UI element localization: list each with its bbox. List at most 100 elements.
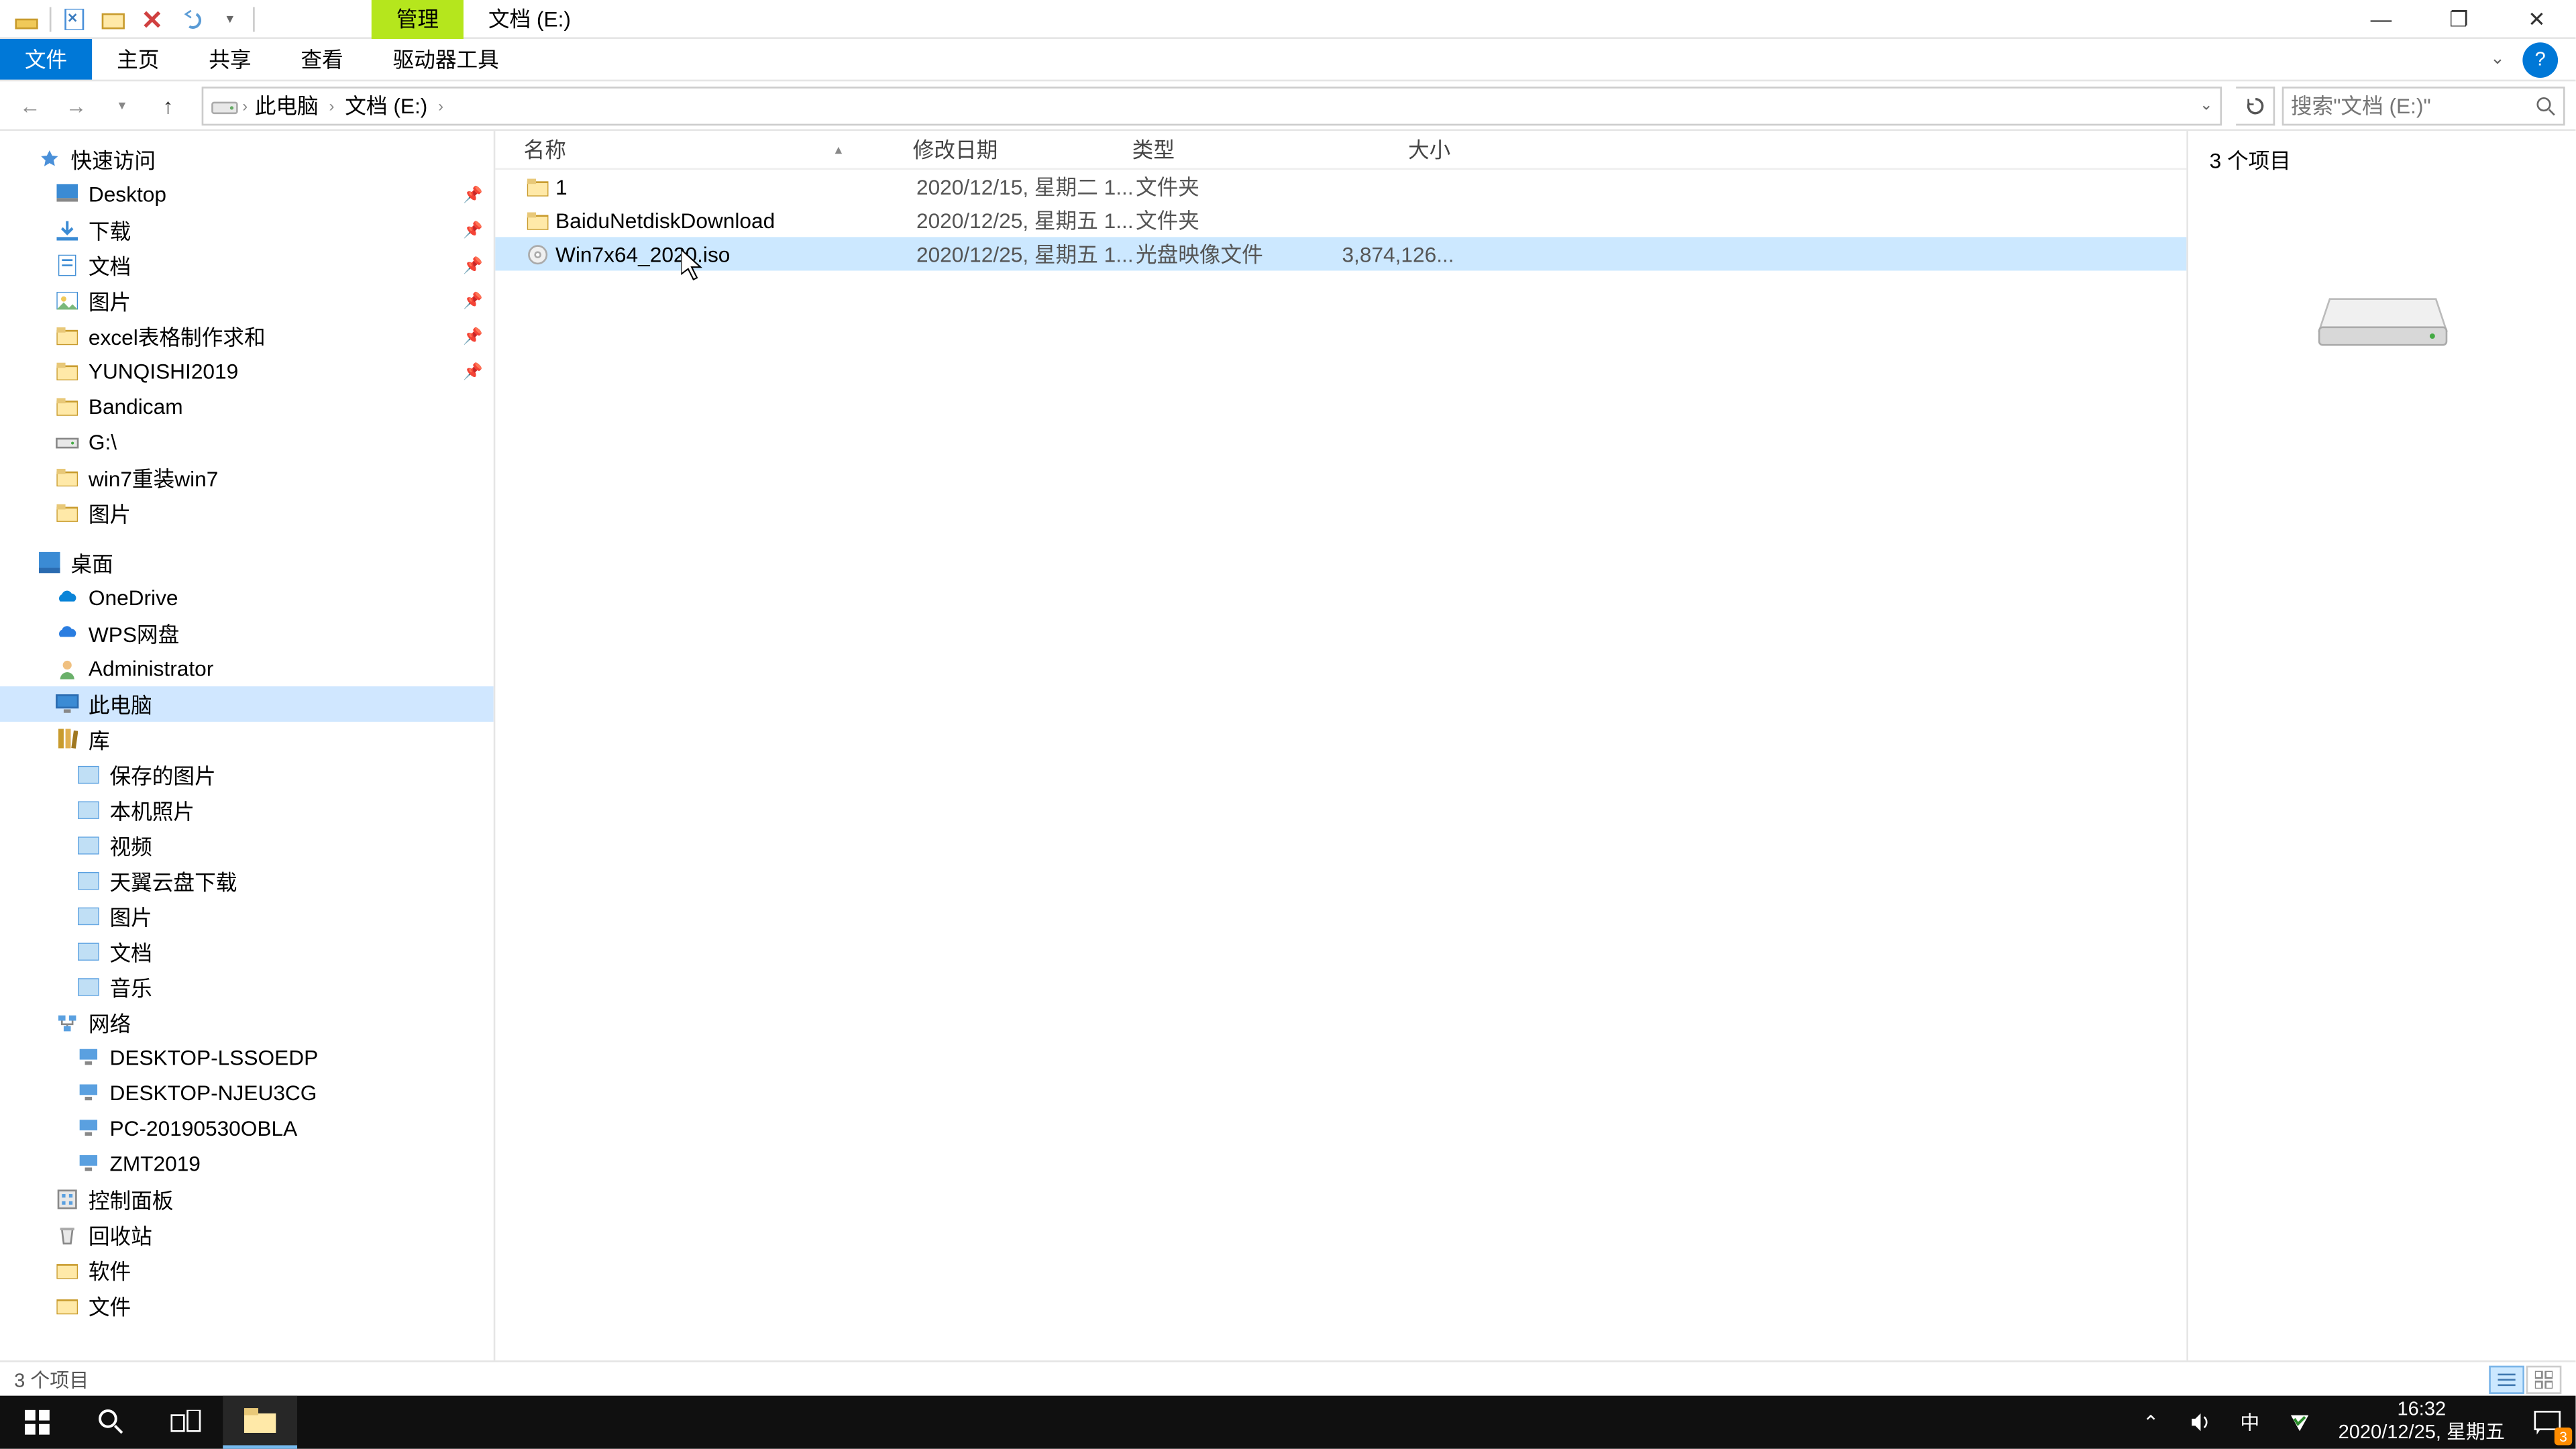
file-row[interactable]: 12020/12/15, 星期二 1...文件夹	[495, 170, 2186, 203]
refresh-button[interactable]	[2236, 86, 2275, 125]
column-size[interactable]: 大小	[1309, 134, 1450, 164]
tree-lib-item[interactable]: 保存的图片	[0, 757, 494, 793]
iso-icon	[524, 239, 552, 268]
tree-control-panel[interactable]: 控制面板	[0, 1182, 494, 1218]
address-bar[interactable]: › 此电脑 › 文档 (E:) › ⌄	[202, 86, 2222, 125]
help-icon[interactable]: ?	[2522, 42, 2558, 77]
search-button[interactable]	[74, 1396, 149, 1449]
tree-qa-item[interactable]: Desktop📌	[0, 177, 494, 213]
file-list: 名称▴ 修改日期 类型 大小 12020/12/15, 星期二 1...文件夹B…	[495, 131, 2186, 1360]
tree-desktop-item[interactable]: WPS网盘	[0, 616, 494, 651]
minimize-button[interactable]: —	[2342, 0, 2420, 38]
tree-desktop-item[interactable]: 此电脑	[0, 686, 494, 722]
tree-qa-item[interactable]: 下载📌	[0, 212, 494, 248]
tree-qa-item[interactable]: excel表格制作求和📌	[0, 319, 494, 354]
ime-indicator[interactable]: 中	[2225, 1396, 2275, 1449]
start-button[interactable]	[0, 1396, 74, 1449]
task-view-button[interactable]	[149, 1396, 223, 1449]
search-box[interactable]	[2282, 86, 2565, 125]
navigation-tree[interactable]: 快速访问 Desktop📌下载📌文档📌图片📌excel表格制作求和📌YUNQIS…	[0, 131, 495, 1360]
qat-undo-icon[interactable]	[172, 0, 211, 38]
pin-icon: 📌	[463, 327, 483, 346]
volume-icon[interactable]	[2176, 1396, 2225, 1449]
ribbon-tab-view[interactable]: 查看	[276, 39, 368, 80]
tree-quick-access[interactable]: 快速访问	[0, 142, 494, 177]
file-type: 文件夹	[1136, 172, 1313, 202]
tree-label: 文件	[89, 1291, 131, 1321]
tree-qa-item[interactable]: G:\	[0, 425, 494, 460]
tree-network[interactable]: 网络	[0, 1005, 494, 1040]
taskbar-app-explorer[interactable]	[223, 1396, 297, 1449]
tree-label: 快速访问	[70, 144, 156, 174]
qat-delete-icon[interactable]	[133, 0, 172, 38]
view-details-button[interactable]	[2489, 1364, 2524, 1393]
library-item-icon	[74, 938, 103, 966]
security-icon[interactable]	[2275, 1396, 2324, 1449]
ribbon-tab-share[interactable]: 共享	[184, 39, 276, 80]
column-type[interactable]: 类型	[1132, 134, 1309, 164]
qat-app-icon[interactable]	[7, 0, 46, 38]
tree-desktop-item[interactable]: Administrator	[0, 651, 494, 686]
column-name[interactable]: 名称▴	[524, 134, 913, 164]
network-pc-icon	[74, 1079, 103, 1108]
view-thumbnails-button[interactable]	[2526, 1364, 2562, 1393]
ribbon-tab-home[interactable]: 主页	[92, 39, 184, 80]
tree-folder-software[interactable]: 软件	[0, 1252, 494, 1288]
maximize-button[interactable]: ❐	[2420, 0, 2498, 38]
search-icon[interactable]	[2535, 95, 2557, 116]
ribbon-collapse-icon[interactable]: ⌄	[2490, 50, 2505, 69]
tree-lib-item[interactable]: 图片	[0, 899, 494, 934]
tray-overflow-button[interactable]: ⌃	[2126, 1396, 2176, 1449]
tree-qa-item[interactable]: 文档📌	[0, 248, 494, 283]
pin-icon: 📌	[463, 291, 483, 311]
notification-center-button[interactable]: 3	[2519, 1396, 2575, 1449]
tree-qa-item[interactable]: 图片	[0, 495, 494, 531]
column-date[interactable]: 修改日期	[913, 134, 1132, 164]
nav-forward-button[interactable]: →	[56, 86, 95, 125]
tree-network-item[interactable]: DESKTOP-NJEU3CG	[0, 1075, 494, 1111]
nav-back-button[interactable]: ←	[11, 86, 50, 125]
ribbon-context-tab[interactable]: 管理	[372, 0, 464, 38]
qat-properties-icon[interactable]	[55, 0, 94, 38]
breadcrumb: 此电脑 › 文档 (E:) ›	[251, 90, 447, 120]
ribbon: 文件 主页 共享 查看 驱动器工具 ⌄ ?	[0, 39, 2575, 81]
tree-desktop-root[interactable]: 桌面	[0, 545, 494, 580]
file-row[interactable]: Win7x64_2020.iso2020/12/25, 星期五 1...光盘映像…	[495, 237, 2186, 270]
tree-label: win7重装win7	[89, 463, 218, 493]
tree-qa-item[interactable]: YUNQISHI2019📌	[0, 354, 494, 389]
tree-lib-item[interactable]: 音乐	[0, 969, 494, 1005]
desktop-icon	[53, 180, 81, 209]
tree-lib-item[interactable]: 本机照片	[0, 792, 494, 828]
qat-new-folder-icon[interactable]	[94, 0, 133, 38]
search-input[interactable]	[2291, 93, 2535, 117]
address-dropdown-icon[interactable]: ⌄	[2200, 95, 2213, 115]
tree-recycle-bin[interactable]: 回收站	[0, 1217, 494, 1252]
tree-desktop-item[interactable]: 库	[0, 722, 494, 757]
tree-label: 软件	[89, 1255, 131, 1285]
tree-network-item[interactable]: DESKTOP-LSSOEDP	[0, 1040, 494, 1076]
tree-desktop-item[interactable]: OneDrive	[0, 580, 494, 616]
nav-recent-dropdown[interactable]: ▾	[103, 86, 142, 125]
tree-qa-item[interactable]: Bandicam	[0, 389, 494, 425]
ribbon-tab-file[interactable]: 文件	[0, 39, 92, 80]
tree-qa-item[interactable]: win7重装win7	[0, 460, 494, 496]
tree-folder-files[interactable]: 文件	[0, 1288, 494, 1324]
tree-qa-item[interactable]: 图片📌	[0, 283, 494, 319]
taskbar-clock[interactable]: 16:32 2020/12/25, 星期五	[2324, 1400, 2520, 1445]
qat-dropdown-icon[interactable]: ▾	[211, 0, 250, 38]
breadcrumb-item[interactable]: 此电脑	[251, 90, 322, 120]
nav-up-button[interactable]: ↑	[149, 86, 188, 125]
breadcrumb-item[interactable]: 文档 (E:)	[341, 90, 431, 120]
tree-lib-item[interactable]: 视频	[0, 828, 494, 863]
tree-lib-item[interactable]: 文档	[0, 934, 494, 969]
ribbon-tab-drive-tools[interactable]: 驱动器工具	[368, 39, 524, 80]
tree-lib-item[interactable]: 天翼云盘下载	[0, 863, 494, 899]
close-button[interactable]: ✕	[2498, 0, 2575, 38]
library-item-icon	[74, 796, 103, 824]
tree-network-item[interactable]: PC-20190530OBLA	[0, 1111, 494, 1146]
network-pc-icon	[74, 1114, 103, 1142]
tree-network-item[interactable]: ZMT2019	[0, 1146, 494, 1182]
file-row[interactable]: BaiduNetdiskDownload2020/12/25, 星期五 1...…	[495, 203, 2186, 237]
folder-icon	[524, 172, 552, 201]
network-pc-icon	[74, 1044, 103, 1072]
